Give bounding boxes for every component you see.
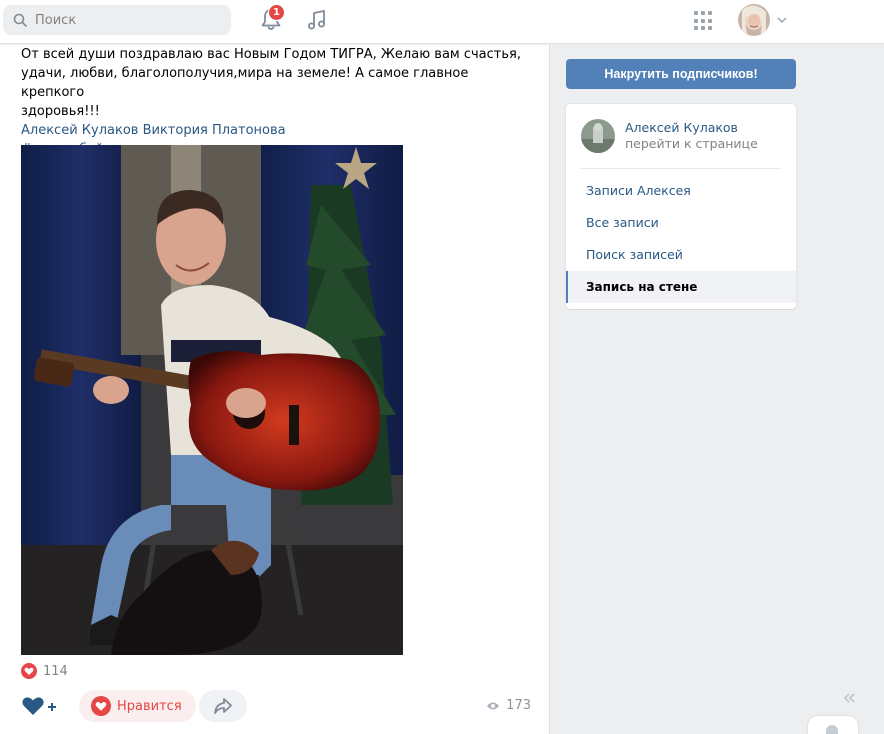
menu-item-owner-posts[interactable]: Записи Алексея <box>566 175 796 207</box>
post-text-line: От всей души поздравлаю вас Новым Годом … <box>21 47 521 62</box>
promo-button[interactable]: Накрутить подписчиков! <box>566 59 796 89</box>
menu-item-search-posts[interactable]: Поиск записей <box>566 239 796 271</box>
heart-icon <box>21 663 37 679</box>
owner-page-link[interactable]: перейти к странице <box>625 136 758 152</box>
like-button-label: Нравится <box>117 698 182 714</box>
post-text-line: здоровья!!! <box>21 104 100 119</box>
share-icon <box>214 698 232 714</box>
owner-avatar[interactable] <box>581 119 615 153</box>
search-icon <box>13 13 27 27</box>
owner-block[interactable]: Алексей Кулаков перейти к странице <box>581 119 758 153</box>
post-actions: Нравится 173 <box>21 688 531 724</box>
share-button[interactable] <box>199 690 247 722</box>
apps-grid-icon[interactable] <box>694 11 714 31</box>
post-text: От всей души поздравлаю вас Новым Годом … <box>21 45 521 159</box>
post-photo[interactable] <box>21 145 403 655</box>
wall-navigation-card: Алексей Кулаков перейти к странице Запис… <box>566 104 796 309</box>
music-icon[interactable] <box>305 8 329 32</box>
chevron-down-icon[interactable] <box>776 14 788 26</box>
notification-badge: 1 <box>268 4 285 21</box>
likes-count: 114 <box>43 663 68 679</box>
divider <box>581 168 781 169</box>
owner-name[interactable]: Алексей Кулаков <box>625 120 758 136</box>
user-avatar[interactable] <box>738 4 770 36</box>
add-to-favorites-button[interactable] <box>21 694 59 718</box>
likes-summary[interactable]: 114 <box>21 663 68 679</box>
search-input[interactable] <box>35 12 215 28</box>
chat-icon <box>826 725 838 734</box>
collapse-chats-icon[interactable] <box>842 691 856 705</box>
post-text-line: удачи, любви, благолополучия,мира на зем… <box>21 66 469 100</box>
heart-plus-icon <box>22 697 56 715</box>
top-bar: 1 <box>0 0 884 44</box>
search-box[interactable] <box>3 5 231 35</box>
chat-tab[interactable] <box>808 716 858 734</box>
heart-icon <box>91 696 111 716</box>
views-count: 173 <box>506 698 531 713</box>
post-mentions-link[interactable]: Алексей Кулаков Виктория Платонова <box>21 121 521 140</box>
wall-post: От всей души поздравлаю вас Новым Годом … <box>0 45 550 734</box>
like-button[interactable]: Нравится <box>79 690 196 722</box>
views-counter: 173 <box>486 698 531 713</box>
wall-menu: Записи Алексея Все записи Поиск записей … <box>566 175 796 303</box>
eye-icon <box>487 702 500 709</box>
menu-item-all-posts[interactable]: Все записи <box>566 207 796 239</box>
menu-item-wall-post[interactable]: Запись на стене <box>566 271 796 303</box>
